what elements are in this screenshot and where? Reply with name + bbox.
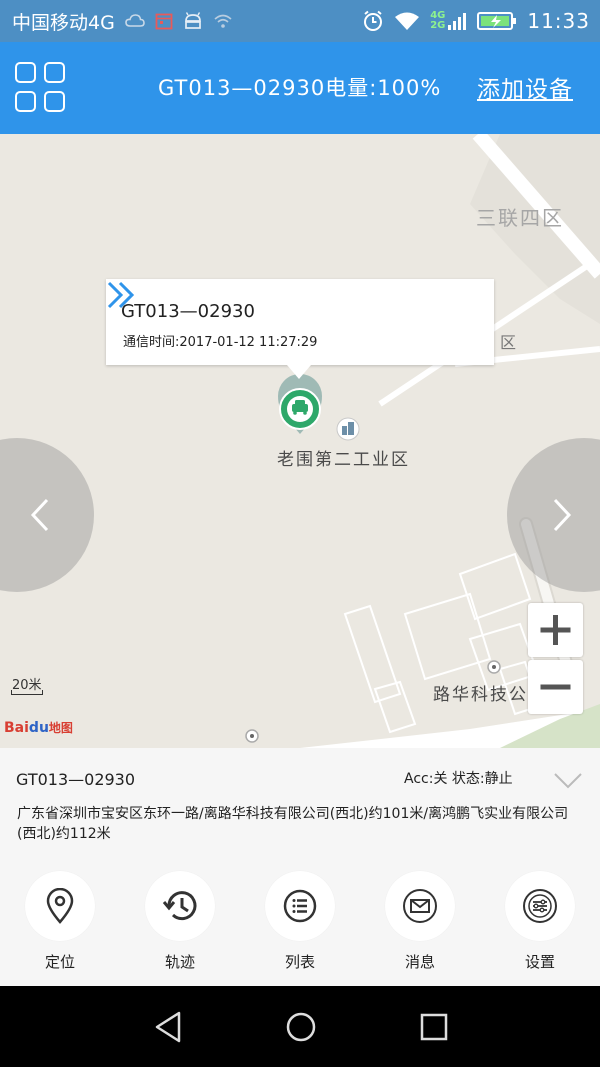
list-label: 列表 (284, 953, 315, 971)
message-icon (403, 889, 437, 923)
calendar-icon (155, 13, 173, 30)
map-scale-bar (11, 690, 43, 695)
message-label: 消息 (404, 953, 435, 971)
carrier-label: 中国移动4G (12, 11, 115, 34)
info-device-name: GT013—02930 (16, 770, 136, 789)
locate-button[interactable]: 定位 (24, 871, 96, 972)
chevron-down-icon[interactable] (553, 772, 583, 790)
zoom-in-button[interactable] (528, 603, 583, 657)
baidu-map-logo: Baidu地图 (4, 719, 73, 736)
home-icon[interactable] (285, 1011, 317, 1043)
baidu-logo-du: du (28, 720, 49, 736)
list-button[interactable]: 列表 (264, 871, 336, 972)
minus-icon (540, 684, 571, 690)
map-label-partial: 区 (500, 333, 519, 352)
device-popup[interactable]: GT013—02930 通信时间:2017-01-12 11:27:29 (106, 279, 494, 379)
settings-button[interactable]: 设置 (504, 871, 576, 972)
device-info-panel: GT013—02930 Acc:关 状态:静止 广东省深圳市宝安区东环一路/离路… (0, 748, 600, 986)
settings-label: 设置 (524, 953, 555, 971)
status-bar: 中国移动4G 4G 2G 11:33 (0, 0, 600, 42)
baidu-logo-ditu: 地图 (48, 721, 73, 735)
zoom-out-button[interactable] (528, 660, 583, 714)
android-icon (184, 12, 201, 29)
app-header: GT013—02930电量:100% 添加设备 (0, 42, 600, 134)
plus-icon (540, 615, 571, 645)
double-chevron-right-icon[interactable] (106, 279, 138, 311)
map-label-district: 三联四区 (476, 206, 564, 230)
settings-icon (523, 889, 557, 923)
grid-icon[interactable] (15, 62, 67, 114)
baidu-logo-bai: Bai (4, 720, 29, 736)
message-button[interactable]: 消息 (384, 871, 456, 972)
map-label-road: 路华科技公 (433, 685, 528, 705)
track-button[interactable]: 轨迹 (144, 871, 216, 972)
add-device-link[interactable]: 添加设备 (477, 70, 573, 104)
clock: 11:33 (527, 9, 590, 33)
popup-device-name: GT013—02930 (121, 301, 255, 322)
alarm-icon (364, 10, 383, 31)
device-title: GT013—02930电量:100% (158, 76, 442, 100)
chevron-right-icon (553, 498, 572, 532)
popup-comm-time: 通信时间:2017-01-12 11:27:29 (123, 335, 318, 350)
cell-signal: 4G 2G (430, 11, 467, 31)
net-badge-2g: 2G (430, 20, 446, 31)
signal-bars-icon (448, 13, 467, 30)
info-address: 广东省深圳市宝安区东环一路/离路华科技有限公司(西北)约101米/离鸿鹏飞实业有… (17, 806, 569, 842)
list-icon (283, 889, 317, 923)
recents-icon[interactable] (420, 1013, 448, 1041)
android-nav-bar (0, 986, 600, 1067)
location-pin-icon (46, 888, 74, 924)
cloud-icon (125, 14, 145, 27)
track-label: 轨迹 (164, 953, 195, 971)
history-icon (162, 891, 197, 921)
wifi-icon (395, 12, 420, 30)
map-view[interactable]: 三联四区 区 老围第二工业区 路华科技公 GT013—02930 通信时间:20… (0, 134, 600, 748)
chevron-left-icon (30, 498, 49, 532)
back-icon[interactable] (153, 1010, 183, 1044)
locate-label: 定位 (44, 953, 75, 971)
map-label-industrial-zone: 老围第二工业区 (277, 450, 410, 470)
car-location-marker[interactable] (278, 374, 322, 434)
building-poi-icon (336, 417, 360, 441)
battery-charging-icon (477, 12, 517, 30)
info-status: Acc:关 状态:静止 (404, 771, 513, 787)
wifi-hotspot-icon (214, 14, 232, 28)
